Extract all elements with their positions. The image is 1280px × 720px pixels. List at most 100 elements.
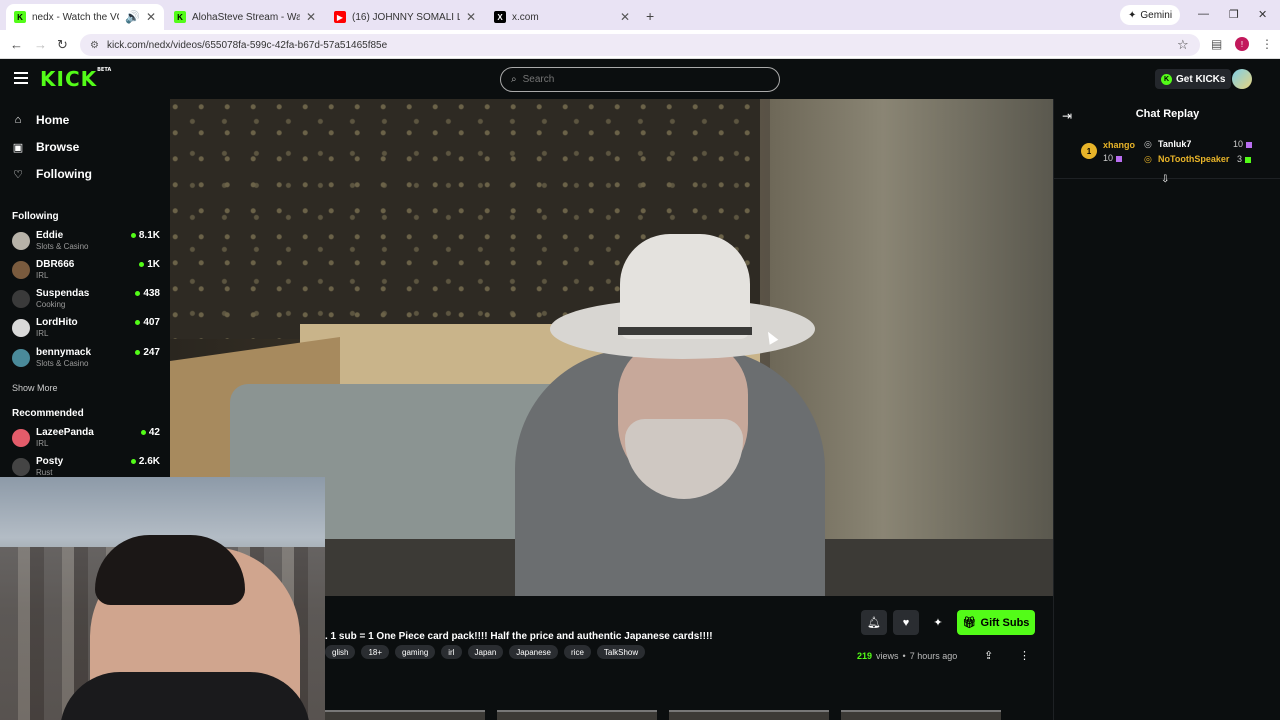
tab-title: nedx - Watch the VOD on Kick	[32, 11, 119, 23]
tag[interactable]: irl	[441, 645, 462, 659]
leaderboard-user[interactable]: xhango	[1103, 140, 1135, 150]
gem-icon	[1116, 155, 1123, 162]
followed-channel[interactable]: Suspendas Cooking 438	[12, 288, 160, 316]
following-heading: Following	[12, 211, 59, 222]
minimize-icon[interactable]: —	[1198, 8, 1209, 20]
kick-logo[interactable]: KICKBETA	[40, 67, 111, 91]
tag[interactable]: Japan	[467, 645, 504, 659]
forward-icon[interactable]: →	[34, 37, 47, 52]
address-bar-row: ← → ↻ ⚙ kick.com/nedx/videos/655078fa-59…	[0, 30, 1280, 59]
url-field[interactable]: ⚙ kick.com/nedx/videos/655078fa-599c-42f…	[80, 34, 1200, 56]
video-thumbnail[interactable]	[497, 710, 657, 720]
back-icon[interactable]: ←	[10, 37, 23, 52]
live-dot-icon	[135, 291, 141, 296]
sidebar: ⌂ Home ▣ Browse ♡ Following Following Ed…	[0, 99, 170, 479]
site-info-icon[interactable]: ⚙	[90, 40, 99, 51]
video-thumbnail[interactable]	[669, 710, 829, 720]
search-box[interactable]: ⌕	[500, 67, 780, 92]
sidebar-item-following[interactable]: ♡ Following	[12, 167, 92, 181]
extensions-icon[interactable]: ▤	[1211, 37, 1222, 51]
gift-subs-label: Gift Subs	[980, 616, 1030, 629]
share-icon[interactable]: ⇪	[984, 649, 993, 662]
live-dot-icon	[140, 430, 146, 435]
tab-close-icon[interactable]: ✕	[146, 10, 156, 24]
viewer-count: 1K	[139, 259, 160, 270]
bookmark-star-icon[interactable]: ☆	[1177, 37, 1189, 53]
channel-avatar	[12, 319, 30, 337]
recommended-channel[interactable]: LazeePanda IRL 42	[12, 427, 160, 455]
browser-tab[interactable]: K AlohaSteve Stream - Watch Live ✕	[166, 4, 324, 30]
followed-channel[interactable]: LordHito IRL 407	[12, 317, 160, 345]
tag[interactable]: Japanese	[509, 645, 558, 659]
search-icon: ⌕	[511, 74, 517, 85]
live-dot-icon	[130, 233, 136, 238]
window-close-icon[interactable]: ✕	[1258, 8, 1267, 21]
search-input[interactable]	[522, 74, 763, 85]
bell-icon: 🔔︎	[867, 617, 881, 629]
browser-menu-icon[interactable]: ⋮	[1261, 37, 1273, 51]
sidebar-item-browse[interactable]: ▣ Browse	[12, 140, 80, 154]
more-options-icon[interactable]: ⋮	[1019, 649, 1030, 662]
channel-avatar	[12, 290, 30, 308]
video-thumbnail[interactable]	[325, 710, 485, 720]
url-text: kick.com/nedx/videos/655078fa-599c-42fa-…	[106, 39, 388, 51]
channel-name: Eddie	[36, 230, 64, 241]
sidebar-item-home[interactable]: ⌂ Home	[12, 113, 70, 127]
video-thumbnail[interactable]	[841, 710, 1001, 720]
view-count: 219	[857, 651, 873, 661]
browser-tab[interactable]: K nedx - Watch the VOD on Kick 🔊 ✕	[6, 4, 164, 30]
channel-avatar	[12, 261, 30, 279]
follow-heart-button[interactable]: ♥	[893, 610, 919, 635]
show-more-link[interactable]: Show More	[12, 383, 58, 393]
video-frame-hat-crown	[620, 234, 750, 339]
followed-channel[interactable]: bennymack Slots & Casino 247	[12, 347, 160, 375]
hamburger-menu-icon[interactable]	[14, 72, 28, 84]
speaker-icon[interactable]: 🔊	[125, 10, 140, 24]
user-avatar[interactable]	[1232, 69, 1252, 89]
kick-favicon-icon: K	[174, 11, 186, 23]
rank-medal-icon: 1	[1081, 143, 1097, 159]
live-dot-icon	[139, 262, 145, 267]
browser-tab[interactable]: ▶ (16) JOHNNY SOMALI LIVE FRO ✕	[326, 4, 484, 30]
browser-tab[interactable]: X x.com ✕	[486, 4, 638, 30]
related-videos-strip	[325, 710, 1053, 720]
tag[interactable]: 18+	[361, 645, 390, 659]
tag[interactable]: glish	[325, 645, 356, 659]
tag[interactable]: gaming	[395, 645, 436, 659]
channel-name: Suspendas	[36, 288, 90, 299]
gift-subs-button[interactable]: 🎁︎ Gift Subs	[957, 610, 1035, 635]
tab-close-icon[interactable]: ✕	[620, 10, 630, 24]
gem-icon	[1245, 156, 1252, 163]
notification-bell-button[interactable]: 🔔︎	[861, 610, 887, 635]
time-ago: 7 hours ago	[909, 651, 958, 661]
channel-category: Cooking	[36, 300, 66, 309]
followed-channel[interactable]: Eddie Slots & Casino 8.1K	[12, 230, 160, 258]
leaderboard-user[interactable]: Tanluk7	[1158, 139, 1191, 149]
video-meta: 219 views • 7 hours ago	[857, 651, 957, 661]
tag[interactable]: rice	[564, 645, 591, 659]
views-label: views	[876, 651, 899, 661]
tag-list: glish 18+ gaming irl Japan Japanese rice…	[325, 645, 646, 659]
nav-label: Browse	[36, 140, 80, 154]
leaderboard-user[interactable]: NoToothSpeaker	[1158, 154, 1229, 164]
get-kicks-button[interactable]: K Get KICKs	[1155, 69, 1232, 89]
badge-icon: ◎	[1144, 139, 1152, 149]
new-tab-icon[interactable]: +	[646, 8, 654, 24]
boost-button[interactable]: ✦	[925, 610, 951, 635]
reload-icon[interactable]: ↻	[57, 37, 68, 53]
tag[interactable]: TalkShow	[596, 645, 646, 659]
chat-title: Chat Replay	[1135, 108, 1200, 120]
followed-channel[interactable]: DBR666 IRL 1K	[12, 259, 160, 287]
live-dot-icon	[135, 320, 141, 325]
channel-category: IRL	[36, 271, 49, 280]
tab-close-icon[interactable]: ✕	[466, 10, 476, 24]
browser-profile-avatar[interactable]: !	[1235, 37, 1249, 51]
viewer-count: 247	[135, 347, 160, 358]
expand-leaderboard-icon[interactable]: ⇩	[1161, 174, 1169, 185]
tab-close-icon[interactable]: ✕	[306, 10, 316, 24]
webcam-streamer-shirt	[60, 672, 310, 720]
channel-category: IRL	[36, 439, 49, 448]
viewer-count: 2.6K	[130, 456, 160, 467]
restore-icon[interactable]: ❐	[1229, 8, 1239, 21]
gemini-button[interactable]: ✦ Gemini	[1120, 5, 1181, 25]
